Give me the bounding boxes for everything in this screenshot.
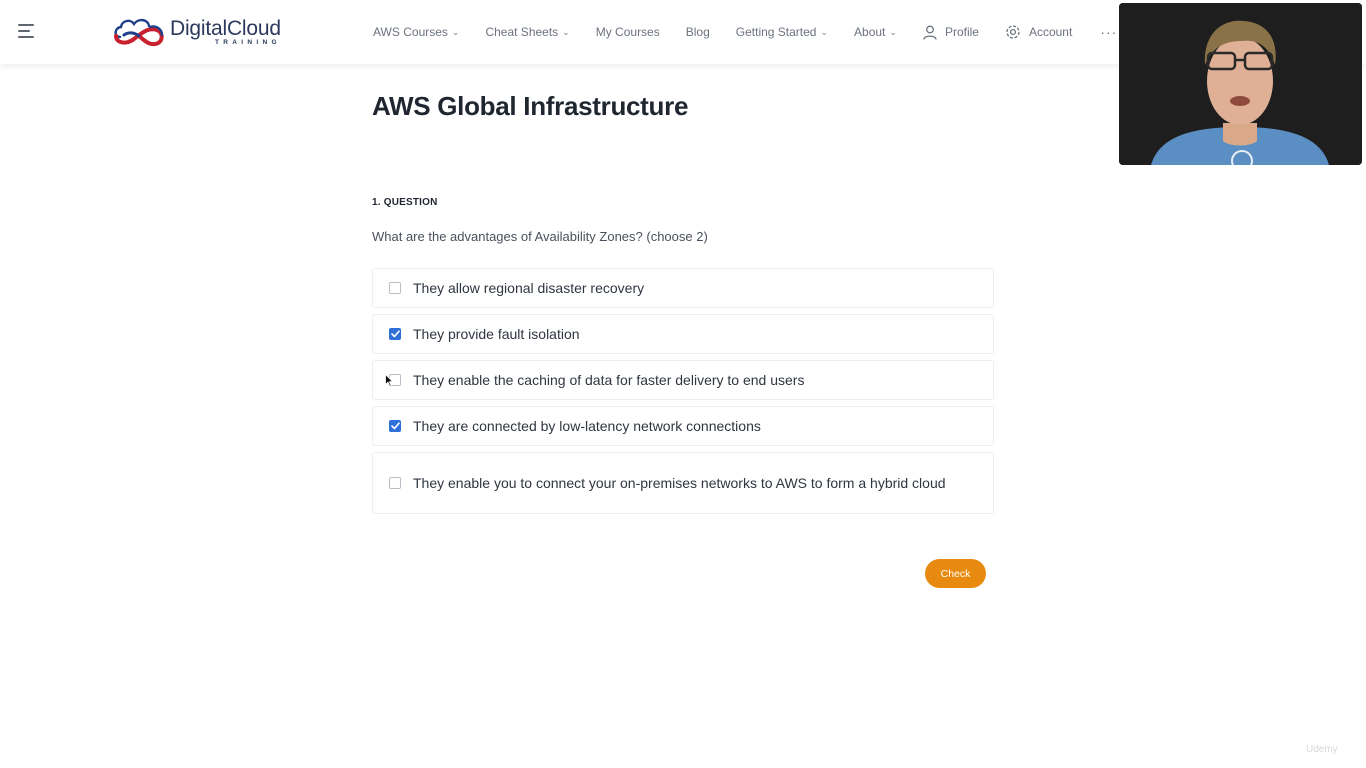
question-number-label: 1. QUESTION <box>372 197 438 208</box>
nav-blog[interactable]: Blog <box>686 25 710 39</box>
answer-option-label: They provide fault isolation <box>413 326 580 342</box>
nav-about[interactable]: About ⌄ <box>854 25 897 39</box>
answer-option-label: They enable you to connect your on-premi… <box>413 475 946 491</box>
nav-item-label: Getting Started <box>735 25 817 39</box>
answer-option[interactable]: They allow regional disaster recovery <box>372 268 994 308</box>
udemy-watermark: Udemy <box>1306 744 1338 755</box>
answer-option[interactable]: They enable you to connect your on-premi… <box>372 452 994 514</box>
answer-option-label: They enable the caching of data for fast… <box>413 372 805 388</box>
user-icon <box>923 25 937 40</box>
nav-cheat-sheets[interactable]: Cheat Sheets ⌄ <box>485 25 569 39</box>
nav-aws-courses[interactable]: AWS Courses ⌄ <box>373 25 459 39</box>
nav-getting-started[interactable]: Getting Started ⌄ <box>736 25 828 39</box>
more-options-icon[interactable]: ··· <box>1100 24 1117 40</box>
answer-option[interactable]: They provide fault isolation <box>372 314 994 354</box>
page-title: AWS Global Infrastructure <box>372 91 689 121</box>
mouse-pointer-icon <box>385 374 393 387</box>
nav-item-label: My Courses <box>595 25 660 39</box>
chevron-down-icon: ⌄ <box>451 26 460 37</box>
answer-option[interactable]: They are connected by low-latency networ… <box>372 406 994 446</box>
instructor-video-frame <box>1119 3 1362 165</box>
nav-profile[interactable]: Profile <box>923 25 979 40</box>
instructor-video-overlay[interactable] <box>1119 3 1362 165</box>
nav-my-courses[interactable]: My Courses <box>596 25 660 39</box>
chevron-down-icon: ⌄ <box>889 26 897 37</box>
answer-option[interactable]: They enable the caching of data for fast… <box>372 360 994 400</box>
checkbox-unchecked[interactable] <box>389 282 401 294</box>
answer-option-label: They are connected by low-latency networ… <box>413 418 761 434</box>
nav-item-label: Profile <box>944 25 979 39</box>
checkbox-unchecked[interactable] <box>389 477 401 489</box>
nav-item-label: Blog <box>685 25 710 39</box>
chevron-down-icon: ⌄ <box>562 26 570 37</box>
checkbox-checked[interactable] <box>389 420 401 432</box>
answer-options: They allow regional disaster recovery Th… <box>372 268 994 520</box>
check-answer-button[interactable]: Check <box>925 559 986 588</box>
menu-icon[interactable] <box>18 24 36 38</box>
checkmark-icon <box>390 330 400 338</box>
nav-item-label: About <box>854 25 886 39</box>
question-text: What are the advantages of Availability … <box>372 229 708 244</box>
logo-tagline: TRAINING <box>215 38 281 46</box>
checkmark-icon <box>390 422 400 430</box>
nav-item-label: AWS Courses <box>373 25 448 39</box>
chevron-down-icon: ⌄ <box>820 26 829 37</box>
nav-item-label: Cheat Sheets <box>485 25 559 39</box>
main-nav: AWS Courses ⌄ Cheat Sheets ⌄ My Courses … <box>373 0 1117 64</box>
answer-option-label: They allow regional disaster recovery <box>413 280 645 296</box>
cloud-logo-icon <box>114 18 164 47</box>
nav-item-label: Account <box>1028 25 1073 39</box>
checkbox-checked[interactable] <box>389 328 401 340</box>
digitalcloud-logo[interactable]: DigitalCloud TRAINING <box>112 14 281 50</box>
logo-wordmark: DigitalCloud <box>170 16 281 40</box>
nav-account[interactable]: Account <box>1005 24 1072 40</box>
gear-icon <box>1005 24 1021 40</box>
